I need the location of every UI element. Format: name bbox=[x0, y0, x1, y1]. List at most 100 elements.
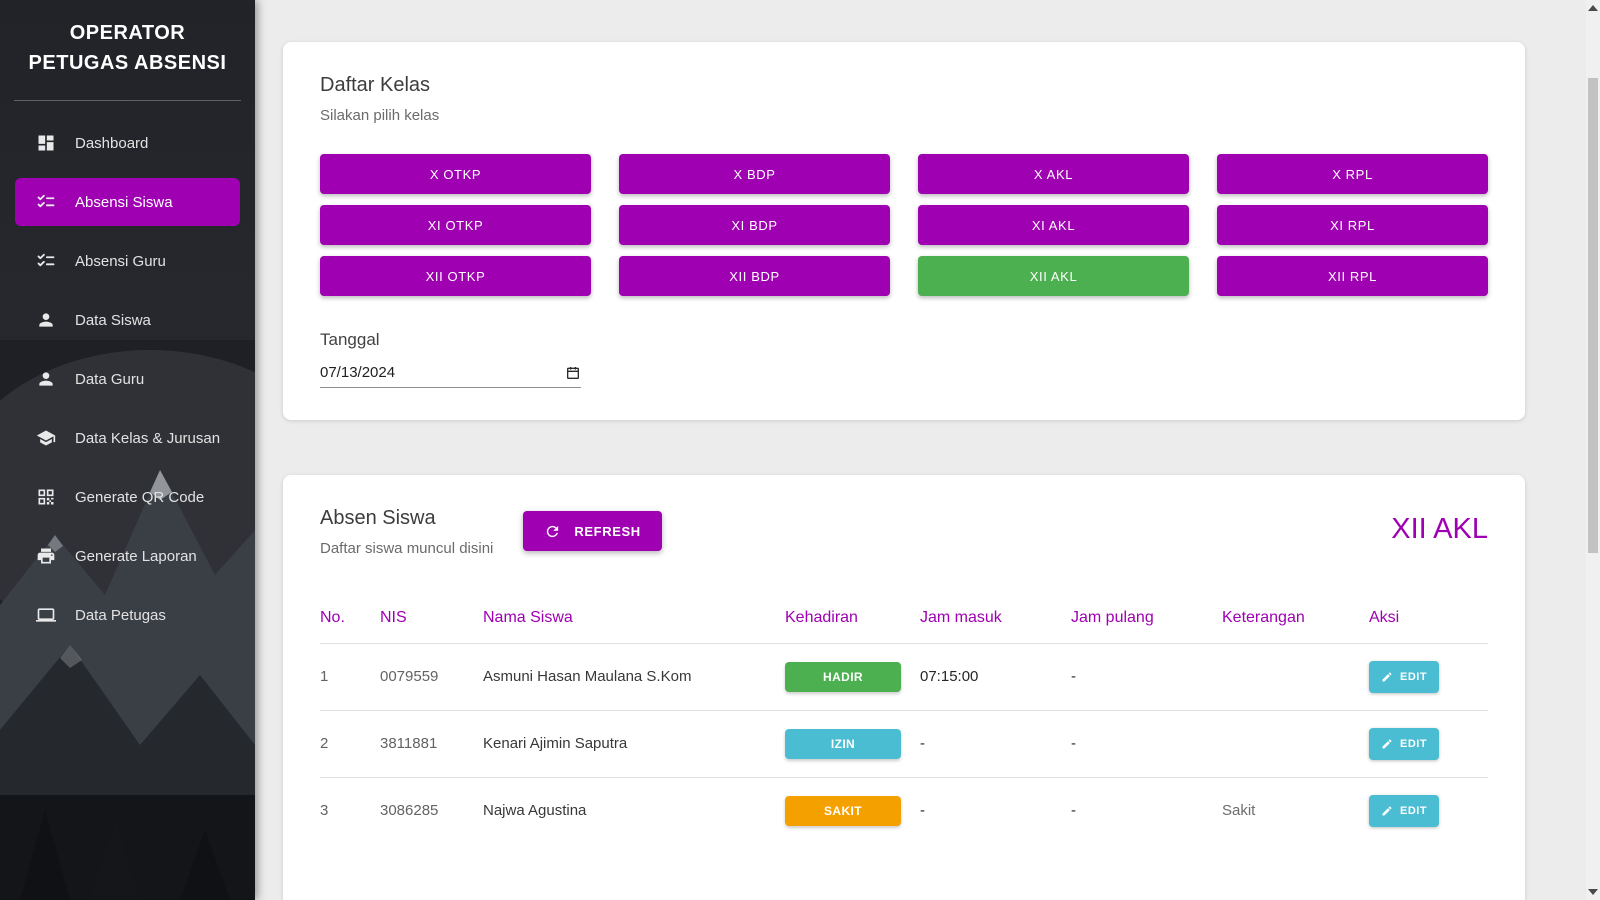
cell-kehadiran: SAKIT bbox=[785, 777, 920, 844]
table-header-cell: NIS bbox=[380, 593, 483, 644]
refresh-icon bbox=[544, 523, 561, 540]
edit-button[interactable]: EDIT bbox=[1369, 727, 1440, 760]
table-row: 1 0079559 Asmuni Hasan Maulana S.Kom HAD… bbox=[320, 643, 1488, 710]
cell-nama: Asmuni Hasan Maulana S.Kom bbox=[483, 668, 692, 685]
cell-no: 1 bbox=[320, 668, 329, 685]
daftar-kelas-title: Daftar Kelas bbox=[320, 74, 431, 96]
pencil-icon bbox=[1381, 671, 1393, 683]
checklist-icon bbox=[36, 251, 56, 271]
cell-keterangan bbox=[1222, 643, 1369, 710]
sidebar: OPERATOR PETUGAS ABSENSI Dashboard Absen… bbox=[0, 0, 255, 900]
app-title: OPERATOR PETUGAS ABSENSI bbox=[0, 0, 255, 78]
page-scrollbar[interactable] bbox=[1586, 0, 1600, 900]
person-icon bbox=[36, 310, 56, 330]
cell-aksi: EDIT bbox=[1369, 710, 1488, 777]
refresh-button[interactable]: REFRESH bbox=[523, 511, 662, 551]
table-header-cell: Jam masuk bbox=[920, 593, 1071, 644]
absen-siswa-subtitle: Daftar siswa muncul disini bbox=[320, 540, 494, 557]
sidebar-item[interactable]: Generate QR Code bbox=[15, 473, 240, 521]
cell-kehadiran: IZIN bbox=[785, 710, 920, 777]
tanggal-date-value: 07/13/2024 bbox=[320, 364, 396, 381]
table-header-cell: Aksi bbox=[1369, 593, 1488, 644]
sidebar-item[interactable]: Data Guru bbox=[15, 355, 240, 403]
cell-jam-pulang: - bbox=[1071, 668, 1076, 685]
edit-button-label: EDIT bbox=[1400, 670, 1428, 683]
app-title-line1: OPERATOR bbox=[69, 22, 186, 44]
kelas-button[interactable]: X OTKP bbox=[320, 154, 591, 194]
table-row: 3 3086285 Najwa Agustina SAKIT - - Sakit bbox=[320, 777, 1488, 844]
selected-class-label: XII AKL bbox=[1391, 513, 1488, 545]
sidebar-item-label: Data Siswa bbox=[75, 311, 151, 329]
cell-aksi: EDIT bbox=[1369, 777, 1488, 844]
kelas-button[interactable]: XI OTKP bbox=[320, 205, 591, 245]
sidebar-item-label: Generate QR Code bbox=[75, 488, 205, 506]
cell-aksi: EDIT bbox=[1369, 643, 1488, 710]
sidebar-item[interactable]: Generate Laporan bbox=[15, 532, 240, 580]
kelas-button[interactable]: XII OTKP bbox=[320, 256, 591, 296]
daftar-kelas-card: Daftar Kelas Silakan pilih kelas X OTKP … bbox=[283, 42, 1525, 420]
sidebar-item-label: Data Guru bbox=[75, 370, 145, 388]
kelas-button[interactable]: XI RPL bbox=[1217, 205, 1488, 245]
edit-button-label: EDIT bbox=[1400, 737, 1428, 750]
cell-jam-pulang: - bbox=[1071, 802, 1076, 820]
kelas-button[interactable]: X BDP bbox=[619, 154, 890, 194]
app-title-line2: PETUGAS ABSENSI bbox=[28, 52, 227, 74]
sidebar-item-label: Absensi Siswa bbox=[75, 193, 173, 211]
tanggal-date-input[interactable]: 07/13/2024 bbox=[320, 364, 581, 388]
edit-button[interactable]: EDIT bbox=[1369, 794, 1440, 827]
kelas-button[interactable]: X RPL bbox=[1217, 154, 1488, 194]
daftar-kelas-subtitle: Silakan pilih kelas bbox=[320, 107, 440, 124]
kelas-button[interactable]: XII AKL bbox=[918, 256, 1189, 296]
kehadiran-status-badge: HADIR bbox=[785, 661, 901, 692]
cell-jam-masuk: 07:15:00 bbox=[920, 668, 979, 685]
absen-table: No. NIS Nama Siswa Kehadiran Jam masuk J… bbox=[320, 593, 1488, 844]
cell-kehadiran: HADIR bbox=[785, 643, 920, 710]
qr-icon bbox=[36, 487, 56, 507]
sidebar-item-label: Generate Laporan bbox=[75, 547, 197, 565]
table-header-cell: Keterangan bbox=[1222, 593, 1369, 644]
sidebar-item-label: Data Kelas & Jurusan bbox=[75, 429, 221, 447]
cell-nis: 3086285 bbox=[380, 802, 439, 820]
scroll-up-icon[interactable] bbox=[1586, 0, 1600, 16]
edit-button[interactable]: EDIT bbox=[1369, 660, 1440, 693]
sidebar-item[interactable]: Dashboard bbox=[15, 119, 240, 167]
sidebar-item-label: Absensi Guru bbox=[75, 252, 166, 270]
pencil-icon bbox=[1381, 738, 1393, 750]
kehadiran-status-badge: SAKIT bbox=[785, 795, 901, 826]
cell-keterangan: Sakit bbox=[1222, 802, 1256, 820]
kelas-button[interactable]: XI BDP bbox=[619, 205, 890, 245]
dashboard-icon bbox=[36, 133, 56, 153]
sidebar-item-label: Data Petugas bbox=[75, 606, 166, 624]
edit-button-label: EDIT bbox=[1400, 804, 1428, 817]
cell-jam-masuk: - bbox=[920, 802, 925, 820]
sidebar-menu: Dashboard Absensi Siswa Absensi Guru Dat… bbox=[0, 119, 255, 639]
scroll-down-icon[interactable] bbox=[1586, 884, 1600, 900]
sidebar-item[interactable]: Data Petugas bbox=[15, 591, 240, 639]
sidebar-divider bbox=[14, 100, 241, 101]
cell-no: 2 bbox=[320, 735, 329, 752]
kelas-button[interactable]: XI AKL bbox=[918, 205, 1189, 245]
table-header-row: No. NIS Nama Siswa Kehadiran Jam masuk J… bbox=[320, 593, 1488, 644]
table-row: 2 3811881 Kenari Ajimin Saputra IZIN - - bbox=[320, 710, 1488, 777]
checklist-icon bbox=[36, 192, 56, 212]
sidebar-item[interactable]: Absensi Guru bbox=[15, 237, 240, 285]
cell-nis: 0079559 bbox=[380, 668, 439, 685]
sidebar-item[interactable]: Absensi Siswa bbox=[15, 178, 240, 226]
absen-siswa-title: Absen Siswa bbox=[320, 507, 436, 529]
app-window: OPERATOR PETUGAS ABSENSI Dashboard Absen… bbox=[0, 0, 1600, 900]
kelas-button[interactable]: XII RPL bbox=[1217, 256, 1488, 296]
kelas-button[interactable]: XII BDP bbox=[619, 256, 890, 296]
scrollbar-thumb[interactable] bbox=[1588, 78, 1598, 553]
kelas-button-grid: X OTKP X BDP X AKL X RPL XI OTKP XI BDP … bbox=[320, 154, 1488, 296]
kelas-button[interactable]: X AKL bbox=[918, 154, 1189, 194]
cell-nama: Najwa Agustina bbox=[483, 802, 587, 820]
pencil-icon bbox=[1381, 805, 1393, 817]
sidebar-item[interactable]: Data Siswa bbox=[15, 296, 240, 344]
sidebar-item[interactable]: Data Kelas & Jurusan bbox=[15, 414, 240, 462]
absen-header: Absen Siswa Daftar siswa muncul disini R… bbox=[320, 475, 1488, 557]
kehadiran-status-badge: IZIN bbox=[785, 728, 901, 759]
calendar-icon[interactable] bbox=[565, 365, 581, 381]
laptop-icon bbox=[36, 605, 56, 625]
main-content: Daftar Kelas Silakan pilih kelas X OTKP … bbox=[255, 0, 1600, 900]
person-icon bbox=[36, 369, 56, 389]
